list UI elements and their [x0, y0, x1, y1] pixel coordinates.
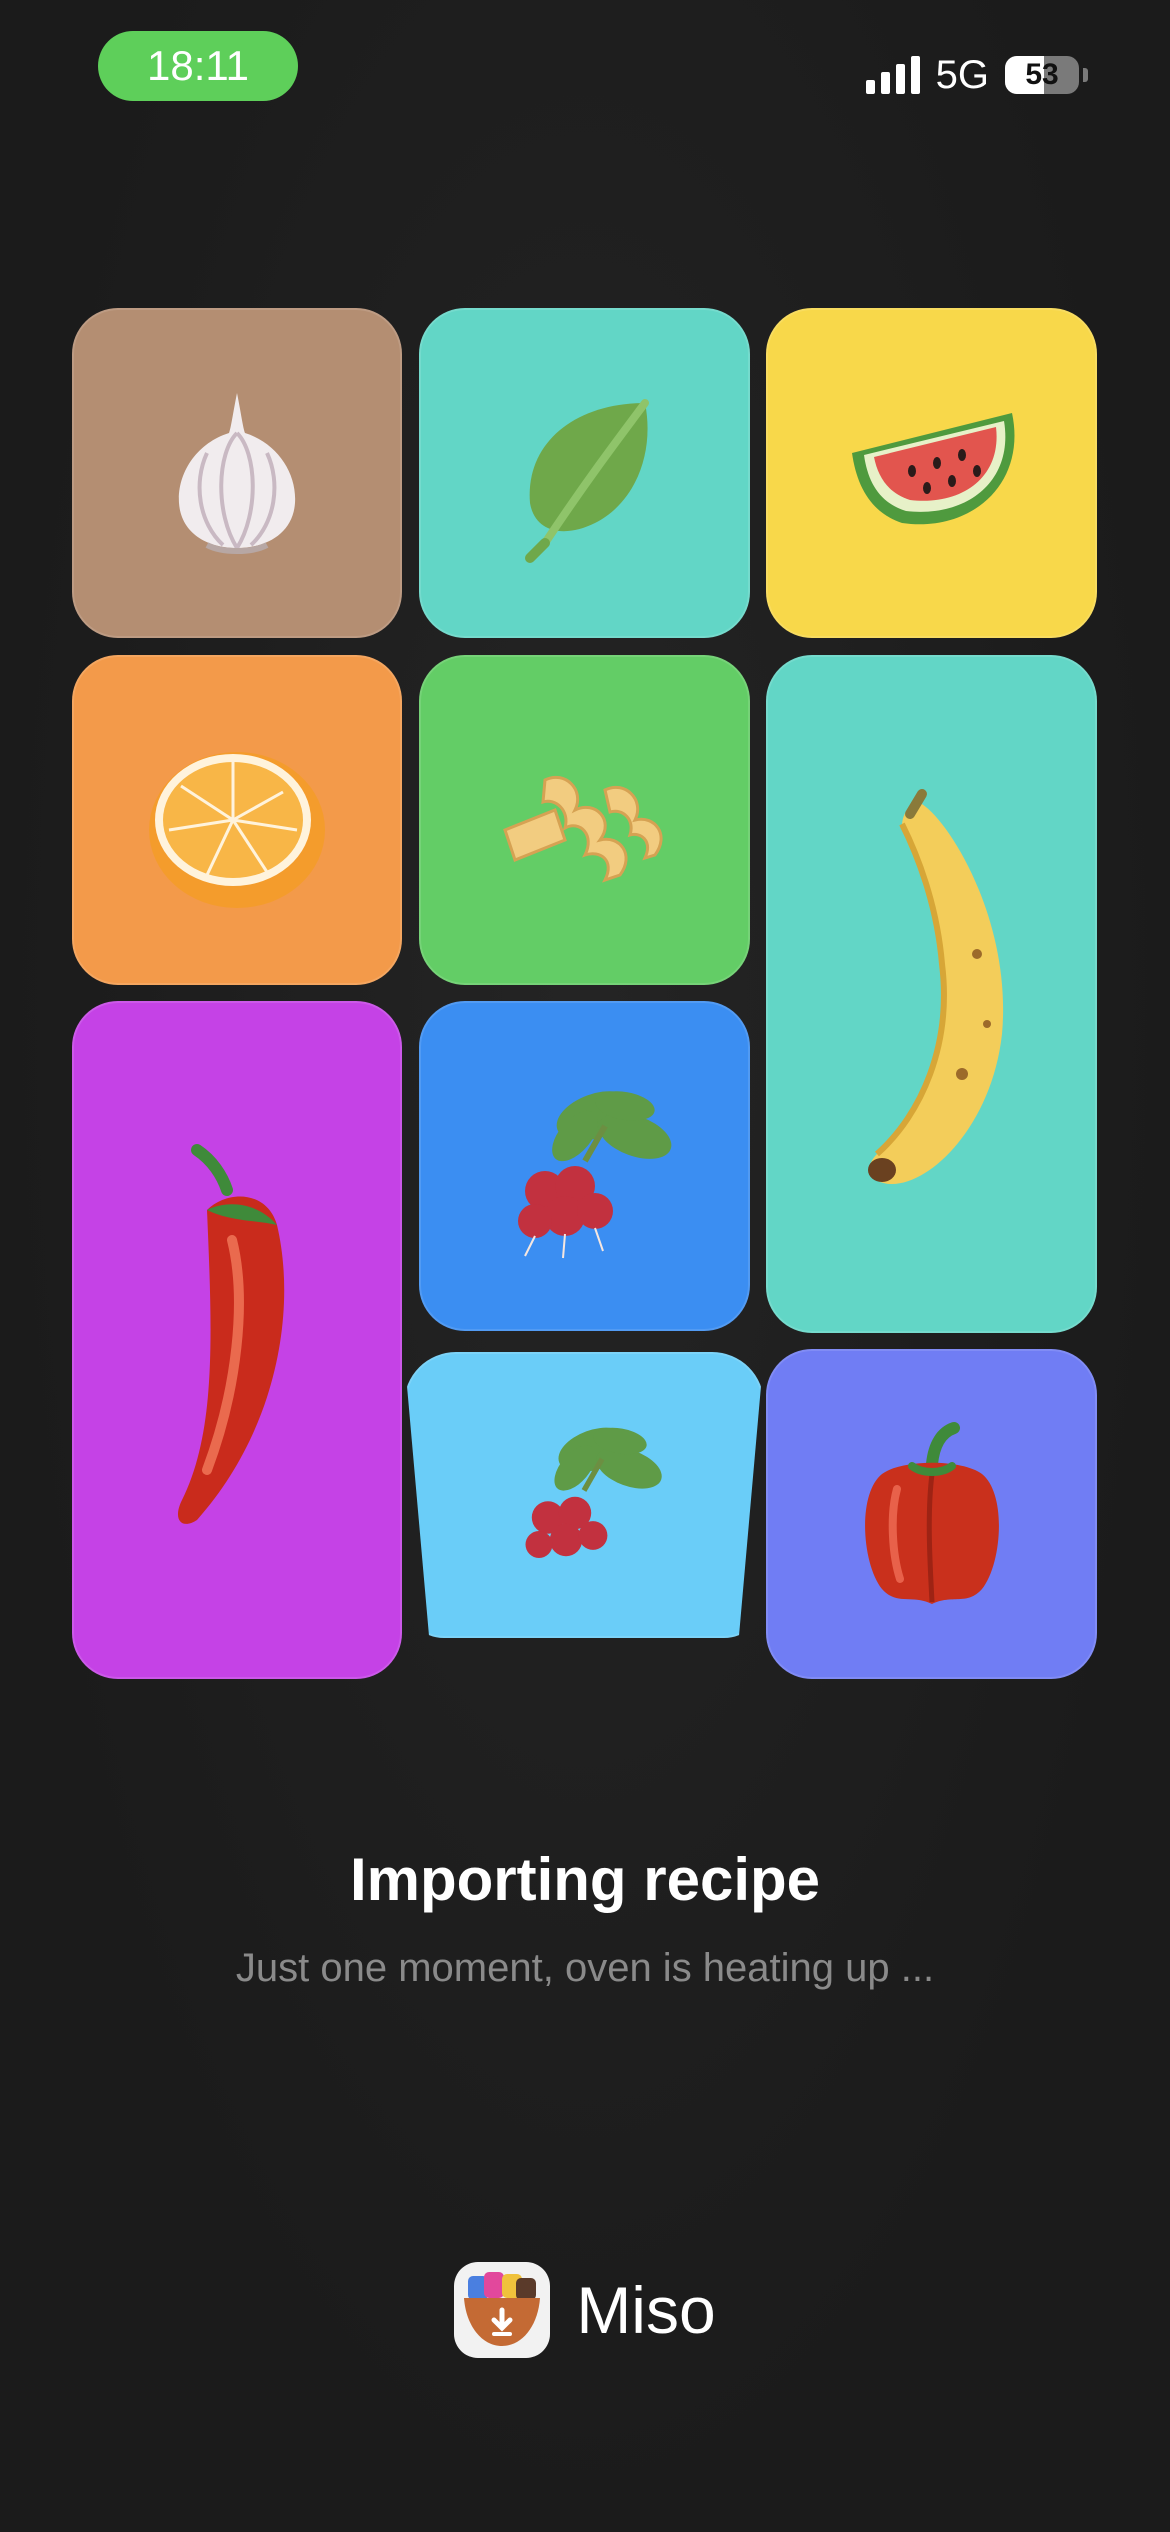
- battery-level: 53: [1025, 58, 1059, 91]
- brand-name: Miso: [576, 2273, 716, 2347]
- brand-lockup: Miso: [0, 2262, 1170, 2358]
- tile-pasta: [419, 655, 750, 985]
- loading-title: Importing recipe: [349, 1846, 821, 1913]
- garlic-icon: [178, 393, 296, 554]
- loading-subtitle: Just one moment, oven is heating up ...: [235, 1946, 935, 1990]
- pasta-icon: [502, 775, 662, 883]
- leaf-icon: [524, 399, 649, 563]
- banana-icon: [867, 789, 1003, 1184]
- tile-watermelon: [766, 308, 1097, 638]
- status-time[interactable]: 18:11: [98, 31, 298, 101]
- import-loading-screen: 18:11 5G 53 Importing recipe Just one mo…: [0, 0, 1170, 2532]
- miso-app-icon: [454, 2262, 551, 2358]
- tile-radish: [419, 1001, 750, 1331]
- radish-icon: [525, 1427, 662, 1558]
- orange-icon: [149, 752, 325, 908]
- tile-bell-pepper: [766, 1349, 1097, 1679]
- network-type: 5G: [935, 52, 989, 97]
- radish-icon: [517, 1091, 671, 1259]
- cellular-signal-icon: [865, 56, 920, 94]
- tile-banana: [766, 655, 1097, 1333]
- tile-orange: [72, 655, 402, 985]
- chili-icon: [177, 1144, 285, 1524]
- status-indicators: 5G 53: [865, 50, 1088, 100]
- tile-chili-pepper: [72, 1001, 402, 1679]
- battery-icon: 53: [1005, 56, 1079, 94]
- battery-nub: [1083, 68, 1088, 82]
- tile-basil-leaf: [419, 308, 750, 638]
- watermelon-icon: [851, 413, 1014, 525]
- bell-pepper-icon: [864, 1422, 999, 1604]
- tile-garlic: [72, 308, 402, 638]
- tile-radish-2: [404, 1352, 764, 1638]
